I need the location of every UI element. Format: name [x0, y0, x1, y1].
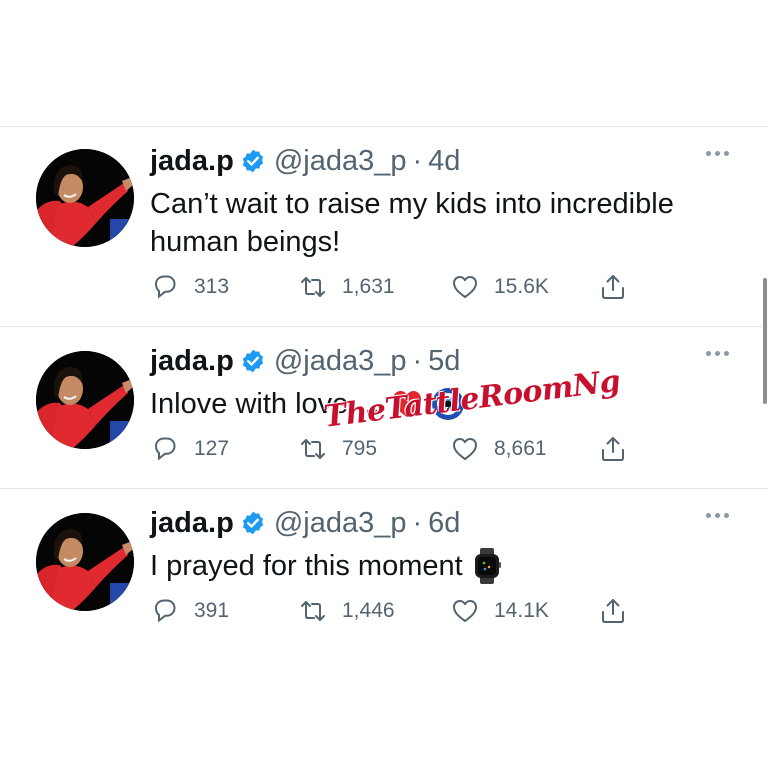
tweet-body: Can’t wait to raise my kids into incredi… [150, 188, 674, 258]
verified-badge-icon [240, 510, 266, 536]
display-name[interactable]: jada.p [150, 143, 234, 179]
reply-count: 313 [194, 275, 230, 298]
verified-badge-icon [240, 148, 266, 174]
verified-badge-icon [240, 348, 266, 374]
display-name[interactable]: jada.p [150, 505, 234, 541]
watch-icon [473, 548, 501, 584]
avatar[interactable] [36, 351, 134, 449]
retweet-button[interactable]: 795 [298, 431, 377, 467]
reply-icon [155, 599, 176, 622]
reply-button[interactable]: 313 [150, 269, 229, 305]
tweet-text: I prayed for this moment [150, 547, 730, 585]
timestamp[interactable]: 4d [428, 143, 460, 179]
separator-dot: · [412, 507, 423, 539]
more-options-icon[interactable] [706, 351, 729, 356]
retweet-icon [301, 601, 325, 621]
separator-dot: · [412, 145, 423, 177]
tweet-body: I prayed for this moment [150, 550, 463, 582]
avatar[interactable] [36, 513, 134, 611]
heart-icon [453, 276, 477, 298]
reply-button[interactable]: 391 [150, 593, 229, 629]
like-count: 15.6K [494, 275, 549, 298]
display-name[interactable]: jada.p [150, 343, 234, 379]
reply-button[interactable]: 127 [150, 431, 229, 467]
user-handle[interactable]: @jada3_p [274, 343, 407, 379]
reply-icon [155, 437, 176, 460]
retweet-button[interactable]: 1,446 [298, 593, 395, 629]
tweet-header: jada.p @jada3_p · 4d [150, 143, 460, 179]
tweet-header: jada.p @jada3_p · 5d [150, 343, 460, 379]
share-icon [602, 275, 624, 299]
retweet-icon [301, 439, 325, 459]
more-options-icon[interactable] [706, 151, 729, 156]
timestamp[interactable]: 5d [428, 343, 460, 379]
user-handle[interactable]: @jada3_p [274, 505, 407, 541]
share-button[interactable] [598, 593, 628, 629]
tweet[interactable]: jada.p @jada3_p · 6d I prayed for this m… [0, 488, 768, 641]
retweet-count: 795 [342, 437, 378, 460]
like-button[interactable]: 8,661 [450, 431, 547, 467]
like-button[interactable]: 15.6K [450, 269, 549, 305]
heart-icon [453, 438, 477, 460]
tweet[interactable]: jada.p @jada3_p · 4d Can’t wait to raise… [0, 126, 768, 327]
retweet-icon [301, 277, 325, 297]
more-options-icon[interactable] [706, 513, 729, 518]
timestamp[interactable]: 6d [428, 505, 460, 541]
reply-count: 391 [194, 599, 230, 622]
tweet-header: jada.p @jada3_p · 6d [150, 505, 460, 541]
reply-icon [155, 275, 176, 298]
share-button[interactable] [598, 431, 628, 467]
retweet-count: 1,631 [342, 275, 395, 298]
user-handle[interactable]: @jada3_p [274, 143, 407, 179]
scrollbar[interactable] [763, 278, 767, 404]
retweet-button[interactable]: 1,631 [298, 269, 395, 305]
tweet-actions: 127 795 8,661 [150, 431, 650, 467]
like-button[interactable]: 14.1K [450, 593, 549, 629]
share-icon [602, 599, 624, 623]
share-button[interactable] [598, 269, 628, 305]
like-count: 8,661 [494, 437, 547, 460]
retweet-count: 1,446 [342, 599, 395, 622]
separator-dot: · [412, 345, 423, 377]
tweet-actions: 313 1,631 15.6K [150, 269, 650, 305]
like-count: 14.1K [494, 599, 549, 622]
share-icon [602, 437, 624, 461]
tweet-text: Can’t wait to raise my kids into incredi… [150, 185, 730, 261]
reply-count: 127 [194, 437, 230, 460]
heart-icon [453, 600, 477, 622]
avatar[interactable] [36, 149, 134, 247]
tweet-actions: 391 1,446 14.1K [150, 593, 650, 629]
